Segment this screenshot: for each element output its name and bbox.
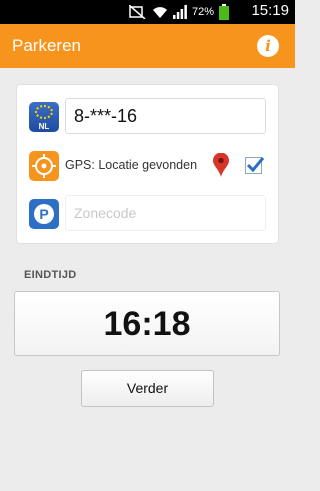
info-button[interactable]: i [257, 35, 279, 57]
status-time: 15:19 [251, 2, 289, 19]
checkmark-icon [246, 157, 265, 173]
parking-p-icon: P [29, 199, 59, 229]
parking-p-letter: P [34, 204, 54, 224]
signal-icon [172, 5, 187, 19]
license-plate-field[interactable]: 8-***-16 [65, 98, 266, 134]
license-plate-row: NL 8-***-16 [17, 96, 280, 138]
mute-icon [128, 5, 146, 19]
app-title: Parkeren [12, 36, 81, 55]
map-pin-icon [213, 153, 229, 177]
app-bar: Parkeren i [0, 24, 295, 68]
end-time-label: EINDTIJD [24, 269, 77, 281]
nl-icon-text: NL [38, 122, 50, 131]
battery-icon [219, 4, 229, 20]
next-button[interactable]: Verder [81, 370, 214, 407]
zone-code-field[interactable]: Zonecode [65, 195, 266, 231]
gps-crosshair-icon [29, 151, 59, 181]
gps-checkbox[interactable] [245, 157, 265, 174]
nl-flag-icon: NL [29, 102, 59, 132]
parking-form-card: NL 8-***-16 GPS: Locatie gevonden P Zone… [16, 84, 279, 244]
wifi-icon [152, 7, 167, 18]
eu-stars [35, 105, 53, 119]
gps-row: GPS: Locatie gevonden [17, 145, 280, 187]
zone-row: P Zonecode [17, 193, 280, 235]
status-bar: 72% 15:19 [0, 0, 295, 24]
battery-percentage: 72% [191, 6, 214, 18]
end-time-display[interactable]: 16:18 [14, 291, 280, 356]
gps-status-label: GPS: Locatie gevonden [65, 158, 198, 172]
status-icons: 72% [128, 0, 229, 24]
